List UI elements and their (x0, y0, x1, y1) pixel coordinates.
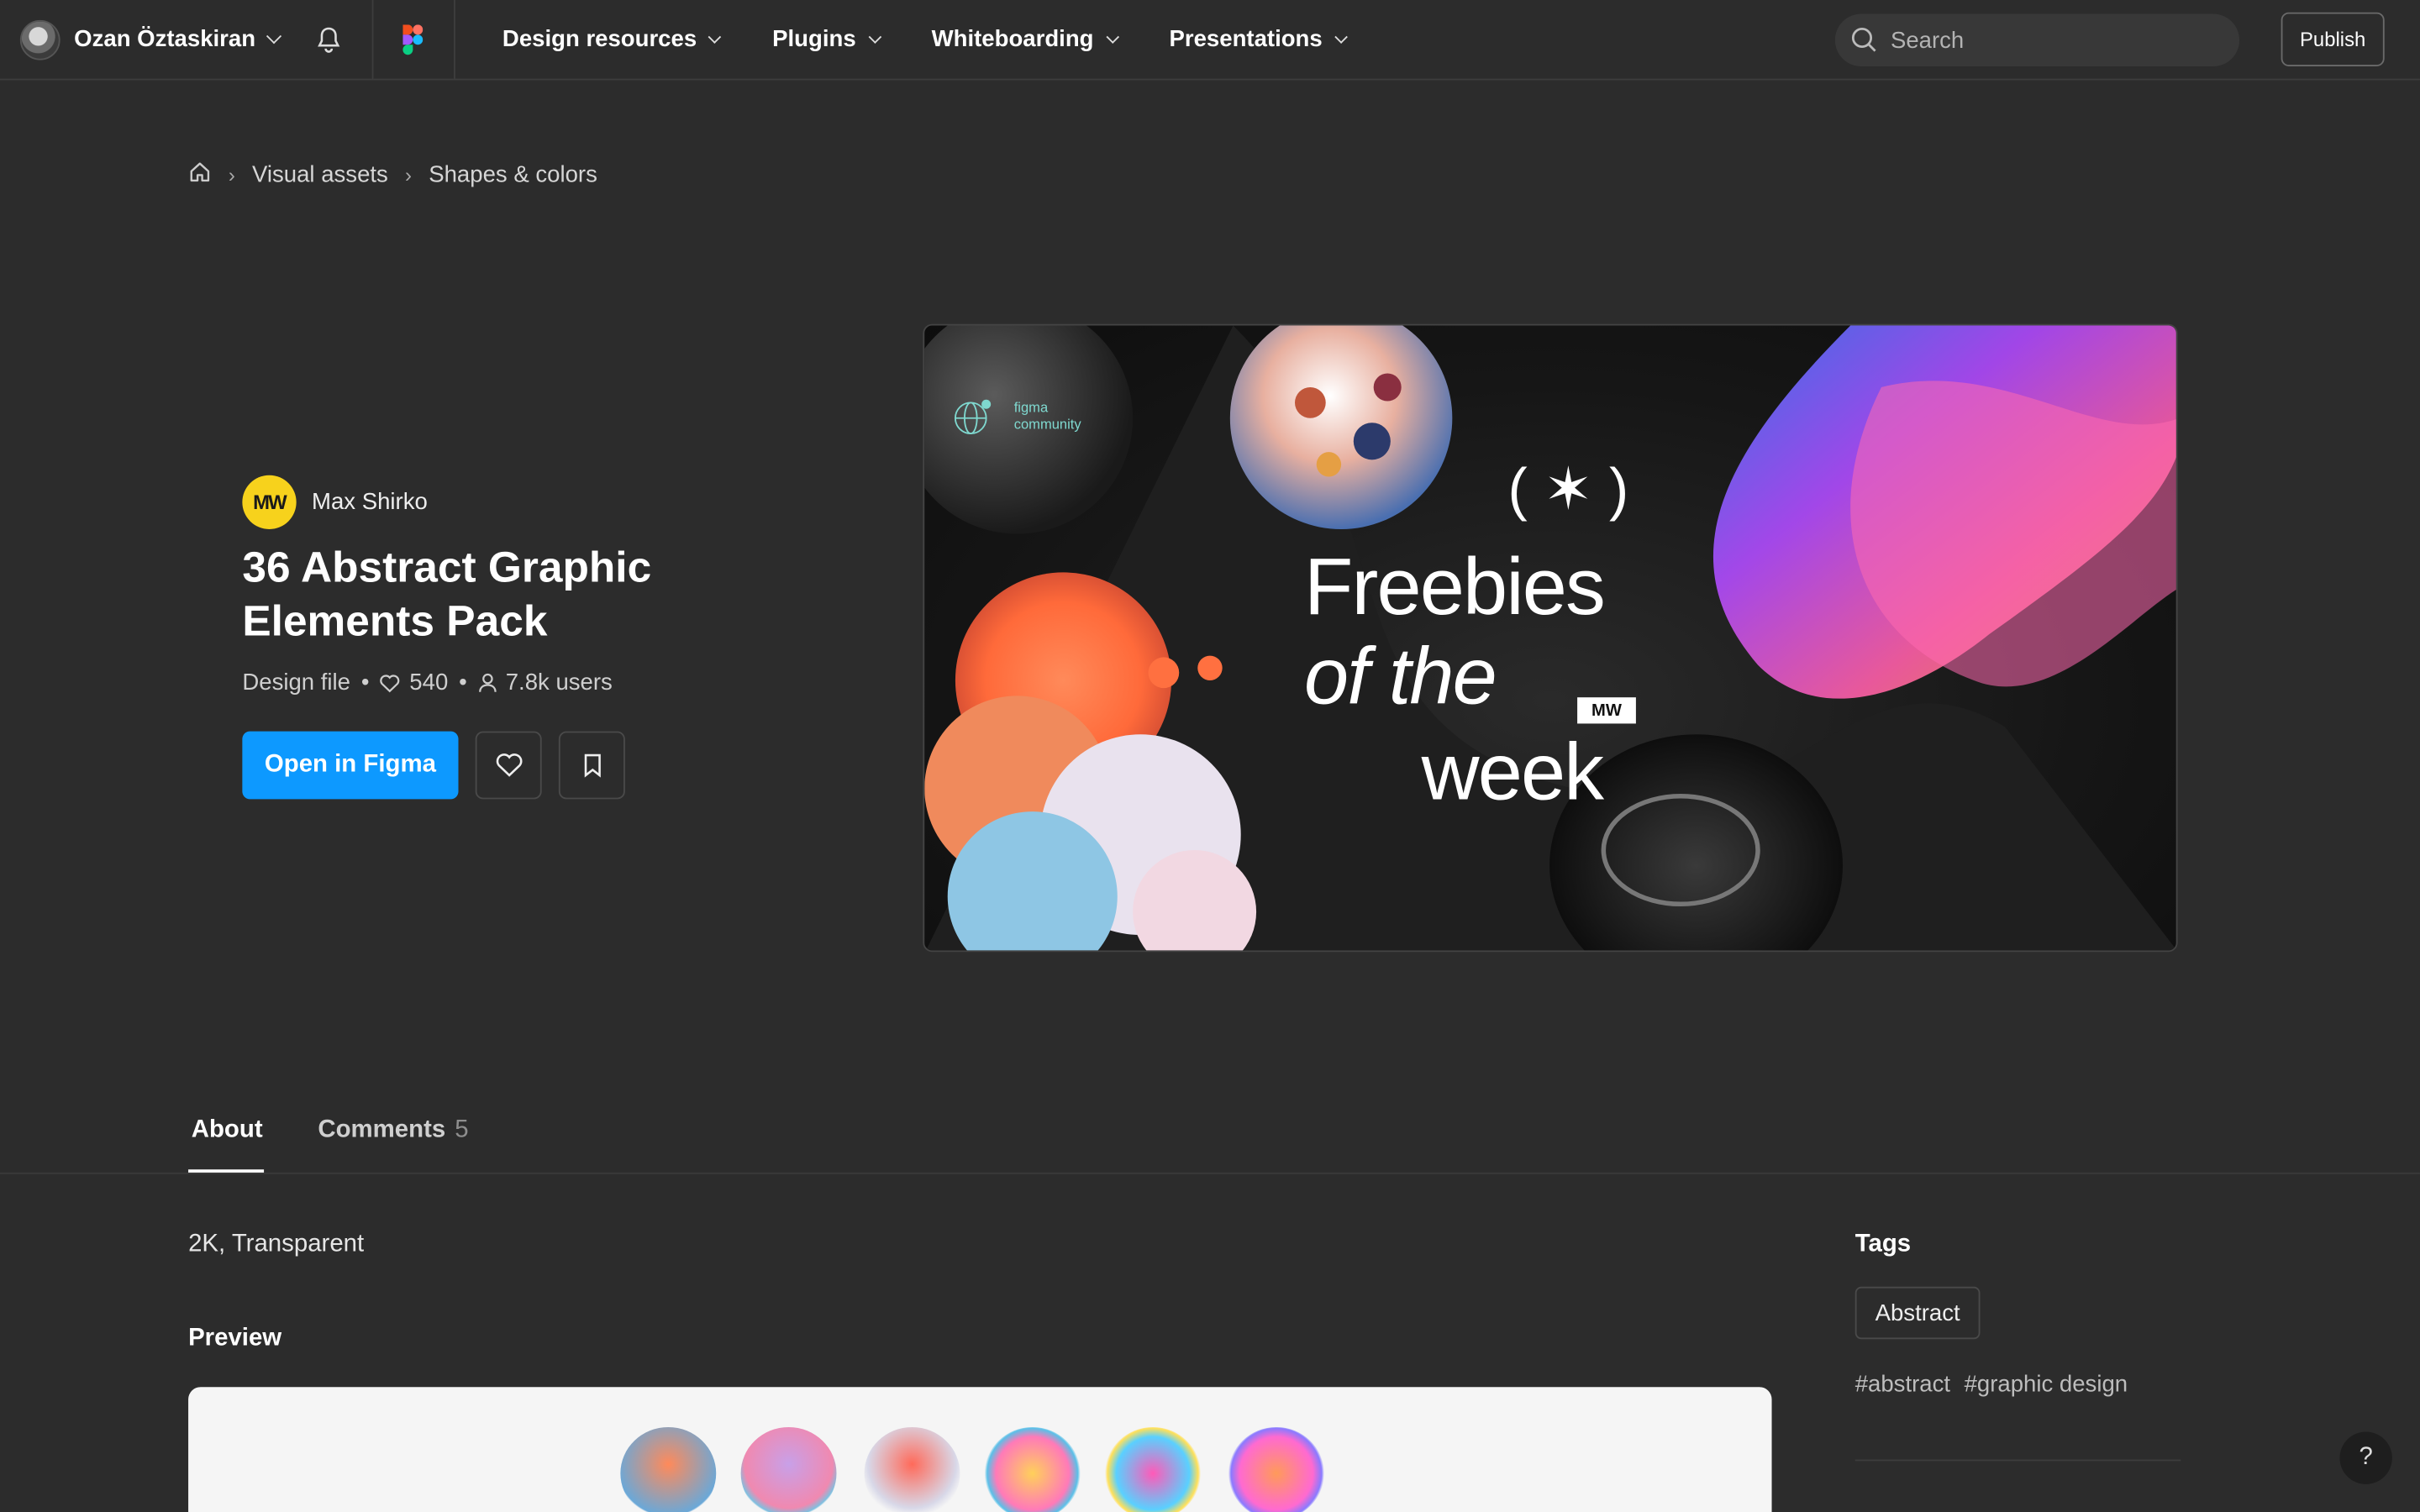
avatar[interactable] (19, 18, 60, 60)
cover-line-2: of the (1304, 633, 1497, 722)
breadcrumb: › Visual assets › Shapes & colors (188, 160, 597, 190)
breadcrumb-visual-assets[interactable]: Visual assets (252, 162, 388, 188)
resource-type: Design file (242, 669, 351, 696)
cover-line-3: week (1421, 727, 1604, 818)
preview-thumb (740, 1426, 837, 1512)
author-name[interactable]: Max Shirko (312, 489, 428, 515)
user-name[interactable]: Ozan Öztaskiran (74, 26, 255, 52)
cover-artwork (924, 325, 2176, 951)
user-icon (478, 673, 496, 692)
search-input[interactable] (1890, 27, 2200, 54)
publish-button[interactable]: Publish (2281, 12, 2385, 66)
tabs: About Comments 5 (0, 1099, 2420, 1174)
preview-thumb (620, 1426, 717, 1512)
chevron-down-icon (708, 29, 722, 43)
cover-text: figma (1013, 399, 1049, 416)
description: 2K, Transparent (188, 1231, 365, 1257)
dot-separator: • (459, 669, 467, 696)
preview-thumb (1105, 1426, 1201, 1512)
preview-thumb (984, 1426, 1081, 1512)
nav-plugins[interactable]: Plugins (772, 26, 881, 53)
figma-community-logo: figma community (952, 396, 1081, 437)
nav-label: Presentations (1169, 26, 1323, 53)
chevron-down-icon (867, 29, 881, 43)
nav-label: Whiteboarding (931, 26, 1094, 53)
globe-icon (954, 399, 992, 435)
nav-design-resources[interactable]: Design resources (502, 26, 722, 53)
hashtag-link[interactable]: #graphic design (1965, 1372, 2128, 1398)
heart-icon (495, 753, 522, 777)
chevron-down-icon (1105, 29, 1119, 43)
chevron-down-icon[interactable] (266, 29, 281, 45)
figma-logo-icon[interactable] (373, 0, 454, 80)
top-bar: Ozan Öztaskiran Design resources Plugins… (0, 0, 2420, 81)
cover-line-1: Freebies (1304, 543, 1606, 633)
search-box[interactable] (1834, 13, 2240, 66)
breadcrumb-separator-icon: › (228, 163, 235, 187)
preview-heading: Preview (188, 1325, 282, 1352)
divider (453, 0, 455, 80)
cover-image[interactable]: figma community ( ✶ ) Freebies of the wee… (923, 323, 2178, 953)
hashtag-link[interactable]: #abstract (1855, 1372, 1950, 1398)
preview-thumb (1228, 1426, 1324, 1512)
bookmark-button[interactable] (558, 731, 625, 800)
tab-active-indicator (188, 1169, 265, 1173)
resource-meta: Design file • 540 • 7.8k users (242, 669, 612, 696)
author[interactable]: MW Max Shirko (242, 475, 428, 529)
tag-abstract[interactable]: Abstract (1854, 1286, 1981, 1340)
user-count: 7.8k users (505, 669, 613, 696)
search-icon (1851, 27, 1876, 52)
like-count: 540 (409, 669, 449, 696)
tags-heading: Tags (1854, 1231, 1912, 1257)
tab-about[interactable]: About (192, 1117, 263, 1145)
nav-label: Design resources (502, 26, 697, 53)
preview-image[interactable] (188, 1387, 1772, 1512)
heart-icon (380, 674, 400, 692)
page-title: 36 Abstract Graphic Elements Pack (242, 543, 652, 645)
preview-thumb (864, 1426, 960, 1512)
user-menu[interactable]: Ozan Öztaskiran (0, 0, 281, 80)
hashtags: #abstract #graphic design (1855, 1372, 2142, 1398)
nav-label: Plugins (772, 26, 856, 53)
bell-icon[interactable] (313, 24, 344, 55)
help-button[interactable]: ? (2339, 1431, 2392, 1484)
nav-presentations[interactable]: Presentations (1169, 26, 1348, 53)
cover-badge: MW (1577, 697, 1636, 724)
breadcrumb-shapes-colors[interactable]: Shapes & colors (429, 162, 597, 188)
open-in-figma-button[interactable]: Open in Figma (242, 731, 459, 800)
figma-community-text: figma community (1014, 400, 1081, 433)
comments-count: 5 (455, 1116, 469, 1143)
main-nav: Design resources Plugins Whiteboarding P… (502, 26, 1398, 52)
cover-star: ( ✶ ) (1507, 458, 1629, 523)
tab-comments[interactable]: Comments 5 (318, 1117, 468, 1145)
chevron-down-icon (1334, 29, 1348, 43)
like-button[interactable] (475, 731, 542, 800)
author-avatar[interactable]: MW (242, 475, 297, 529)
cover-text: community (1013, 416, 1081, 433)
home-icon[interactable] (188, 160, 212, 190)
dot-separator: • (360, 669, 370, 696)
divider (1854, 1459, 2181, 1462)
nav-whiteboarding[interactable]: Whiteboarding (931, 26, 1119, 53)
breadcrumb-separator-icon: › (405, 163, 413, 187)
bookmark-icon (583, 753, 600, 778)
tab-label: Comments (318, 1116, 446, 1143)
